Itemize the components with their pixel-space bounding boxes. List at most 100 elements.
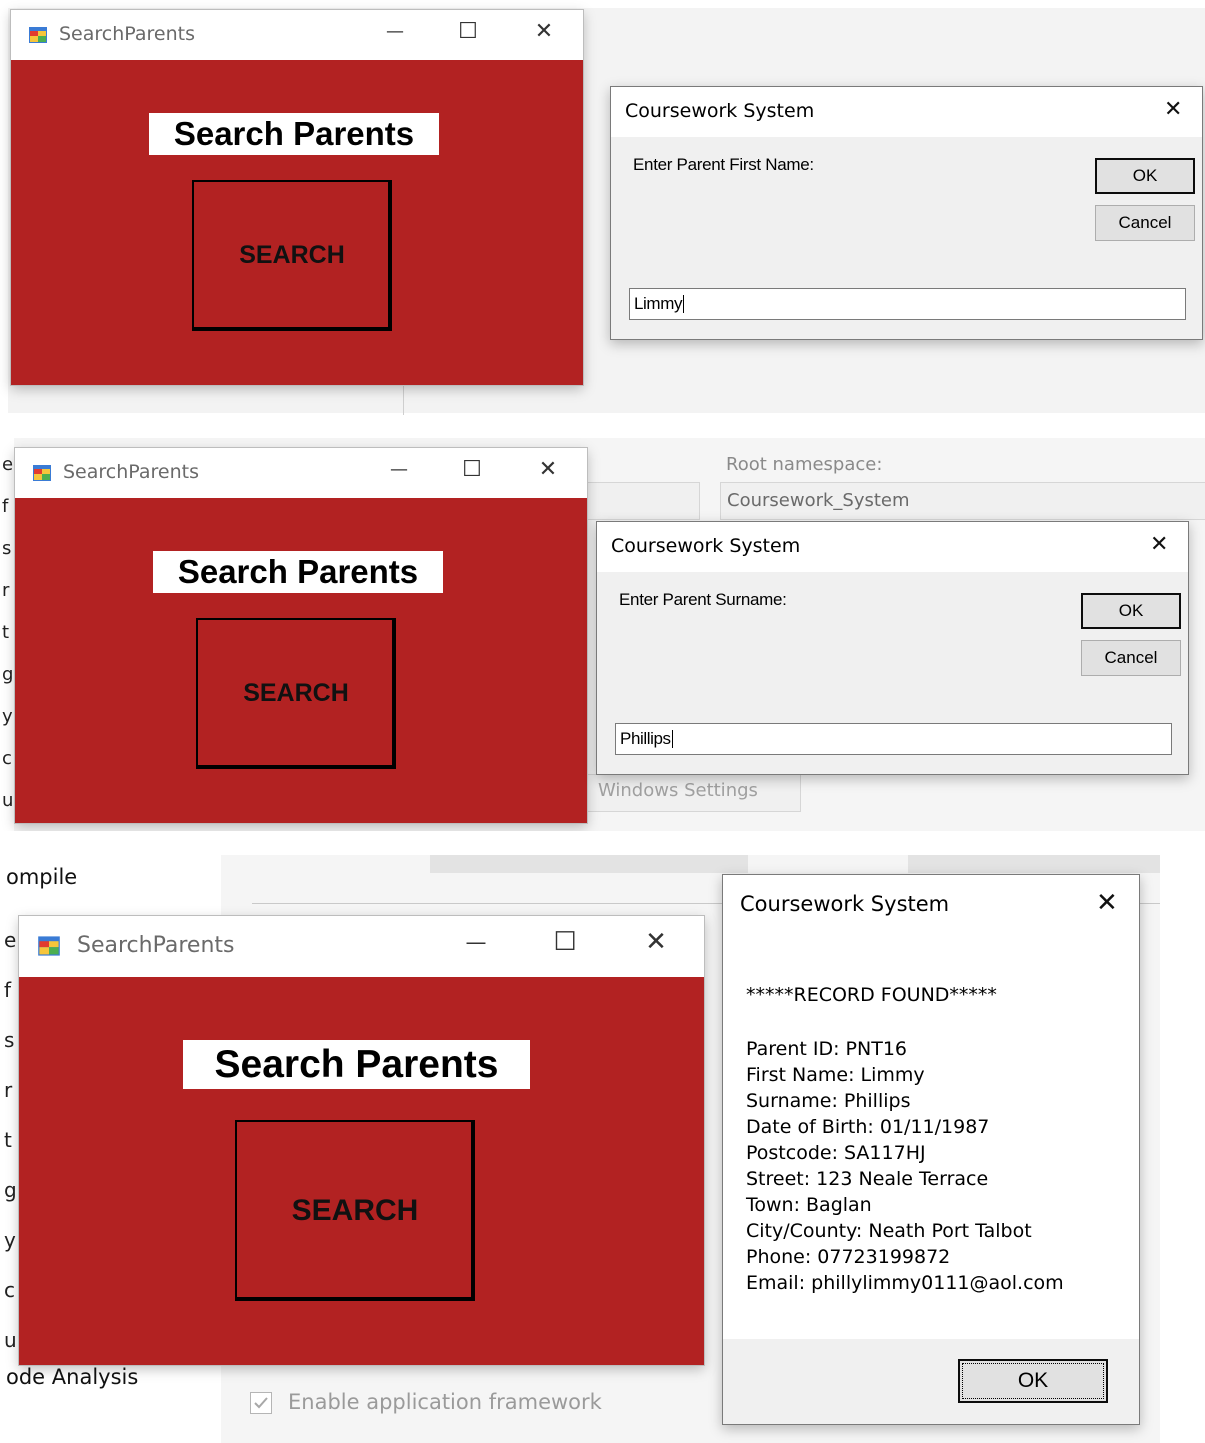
background-field [586, 482, 700, 520]
background-side-glyphs: e f s r t g y c u [4, 915, 18, 1355]
side-glyph: g [4, 1178, 17, 1202]
side-glyph: f [4, 978, 12, 1002]
checkbox-icon[interactable] [250, 1392, 272, 1414]
close-icon[interactable]: ✕ [1150, 532, 1168, 557]
form-body: Search Parents SEARCH [15, 498, 587, 823]
side-glyph: g [2, 664, 14, 685]
record-line: Phone: 07723199872 [746, 1246, 951, 1268]
window-titlebar[interactable]: SearchParents — ☐ ✕ [11, 10, 583, 60]
side-glyph: t [4, 1128, 12, 1152]
windows-settings-label: Windows Settings [598, 780, 758, 801]
record-line: Town: Baglan [746, 1194, 872, 1216]
background-side-glyphs: e f s r t g y c u [2, 444, 14, 824]
side-glyph: c [2, 748, 12, 769]
dialog-prompt: Enter Parent First Name: [633, 155, 814, 174]
window-title: SearchParents [77, 933, 235, 958]
close-icon[interactable]: ✕ [534, 457, 562, 482]
record-line: Street: 123 Neale Terrace [746, 1168, 989, 1190]
code-analysis-nav-item[interactable]: ode Analysis [6, 1365, 138, 1389]
record-line: Parent ID: PNT16 [746, 1038, 907, 1060]
form-body: Search Parents SEARCH [11, 60, 583, 385]
maximize-icon[interactable]: ☐ [549, 927, 581, 957]
record-details: Parent ID: PNT16 First Name: Limmy Surna… [746, 1036, 1064, 1296]
search-parents-window: SearchParents — ☐ ✕ Search Parents SEARC… [19, 916, 704, 1365]
record-found-header: *****RECORD FOUND***** [746, 984, 997, 1006]
record-found-dialog: Coursework System ✕ *****RECORD FOUND***… [722, 874, 1140, 1425]
minimize-icon[interactable]: — [385, 459, 413, 480]
maximize-icon[interactable]: ☐ [458, 457, 486, 482]
side-glyph: u [4, 1328, 17, 1352]
side-glyph: e [2, 454, 14, 475]
compile-nav-item[interactable]: ompile [6, 865, 77, 889]
surname-input-dialog: Coursework System ✕ Enter Parent Surname… [596, 521, 1189, 775]
record-line: Surname: Phillips [746, 1090, 911, 1112]
close-icon[interactable]: ✕ [1096, 888, 1118, 918]
dialog-titlebar[interactable]: Coursework System ✕ [611, 87, 1202, 137]
close-icon[interactable]: ✕ [640, 927, 672, 957]
text-caret [671, 730, 673, 748]
side-glyph: r [2, 580, 10, 601]
side-glyph: e [4, 928, 17, 952]
record-line: City/County: Neath Port Talbot [746, 1220, 1032, 1242]
window-title: SearchParents [59, 23, 195, 45]
background-divider [403, 385, 404, 415]
dialog-title: Coursework System [740, 892, 950, 916]
dialog-titlebar[interactable]: Coursework System ✕ [597, 522, 1188, 572]
close-icon[interactable]: ✕ [530, 19, 558, 44]
search-parents-window: SearchParents — ☐ ✕ Search Parents SEARC… [15, 448, 587, 823]
ok-button[interactable]: OK [958, 1359, 1108, 1403]
text-caret [683, 295, 685, 313]
form-app-icon [32, 463, 52, 483]
surname-value: Phillips [620, 729, 671, 748]
minimize-icon[interactable]: — [460, 930, 492, 954]
side-glyph: s [2, 538, 12, 559]
ok-button[interactable]: OK [1095, 158, 1195, 194]
surname-field[interactable]: Phillips [615, 723, 1172, 755]
side-glyph: s [4, 1028, 15, 1052]
side-glyph: f [2, 496, 9, 517]
search-button[interactable]: SEARCH [235, 1120, 475, 1301]
background-platform-field [908, 855, 1160, 873]
dialog-title: Coursework System [611, 535, 801, 557]
side-glyph: u [2, 790, 14, 811]
screenshot-panel-2: e f s r t g y c u Root namespace: Course… [0, 438, 1205, 831]
form-app-icon [37, 934, 61, 958]
close-icon[interactable]: ✕ [1164, 97, 1182, 122]
record-line: Date of Birth: 01/11/1987 [746, 1116, 990, 1138]
first-name-value: Limmy [634, 294, 683, 313]
dialog-prompt: Enter Parent Surname: [619, 590, 787, 609]
search-parents-window: SearchParents — ☐ ✕ Search Parents SEARC… [11, 10, 583, 385]
form-heading: Search Parents [153, 551, 443, 593]
side-glyph: r [4, 1078, 13, 1102]
cancel-button[interactable]: Cancel [1081, 640, 1181, 676]
form-body: Search Parents SEARCH [19, 977, 704, 1365]
form-heading: Search Parents [183, 1040, 530, 1089]
screenshot-panel-3: ompile ode Analysis e f s r t g y c u En… [0, 855, 1205, 1443]
search-button[interactable]: SEARCH [196, 618, 396, 769]
side-glyph: y [2, 706, 13, 727]
record-line: First Name: Limmy [746, 1064, 925, 1086]
first-name-input-dialog: Coursework System ✕ Enter Parent First N… [610, 86, 1203, 340]
form-app-icon [28, 25, 48, 45]
enable-framework-label: Enable application framework [288, 1390, 602, 1414]
root-namespace-label: Root namespace: [726, 454, 883, 475]
form-heading: Search Parents [149, 113, 439, 155]
root-namespace-value: Coursework_System [727, 490, 910, 511]
window-title: SearchParents [63, 461, 199, 483]
cancel-button[interactable]: Cancel [1095, 205, 1195, 241]
maximize-icon[interactable]: ☐ [454, 19, 482, 44]
window-titlebar[interactable]: SearchParents — ☐ ✕ [19, 916, 704, 977]
minimize-icon[interactable]: — [381, 21, 409, 42]
side-glyph: y [4, 1228, 16, 1252]
background-config-field [430, 855, 748, 873]
window-titlebar[interactable]: SearchParents — ☐ ✕ [15, 448, 587, 498]
record-line: Postcode: SA117HJ [746, 1142, 926, 1164]
screenshot-panel-1: SearchParents — ☐ ✕ Search Parents SEARC… [0, 0, 1205, 415]
dialog-title: Coursework System [625, 100, 815, 122]
side-glyph: c [4, 1278, 15, 1302]
side-glyph: t [2, 622, 10, 643]
first-name-field[interactable]: Limmy [629, 288, 1186, 320]
record-line: Email: phillylimmy0111@aol.com [746, 1272, 1064, 1294]
ok-button[interactable]: OK [1081, 593, 1181, 629]
search-button[interactable]: SEARCH [192, 180, 392, 331]
